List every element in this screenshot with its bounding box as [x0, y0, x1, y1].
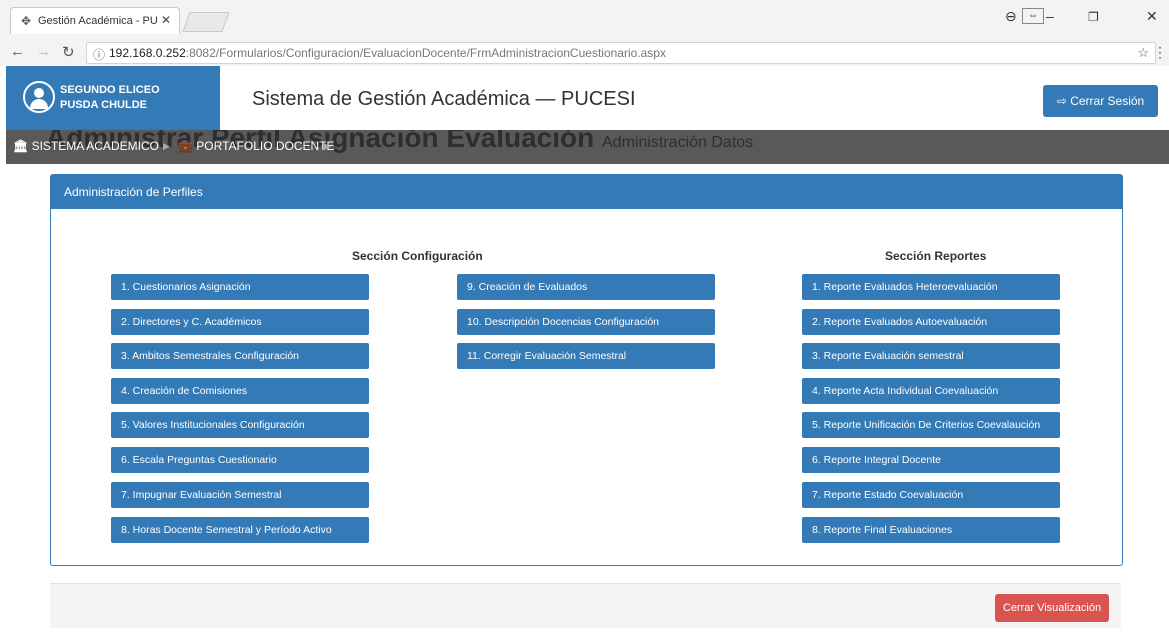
- config-button-4[interactable]: 4. Creación de Comisiones: [111, 378, 369, 404]
- breadcrumb-label-portafolio: PORTAFOLIO DOCENTE: [196, 139, 335, 153]
- breadcrumb-item-portafolio[interactable]: 💼 PORTAFOLIO DOCENTE: [178, 139, 335, 153]
- config-button-5[interactable]: 5. Valores Institucionales Configuración: [111, 412, 369, 438]
- config-button-11[interactable]: 11. Corregir Evaluación Semestral: [457, 343, 715, 369]
- config-button-1[interactable]: 1. Cuestionarios Asignación: [111, 274, 369, 300]
- close-tab-icon[interactable]: ✕: [161, 13, 171, 27]
- url-host: 192.168.0.252: [109, 46, 186, 60]
- app-title: Sistema de Gestión Académica — PUCESI: [252, 88, 636, 110]
- config-button-7[interactable]: 7. Impugnar Evaluación Semestral: [111, 482, 369, 508]
- close-view-button[interactable]: Cerrar Visualización: [995, 594, 1109, 622]
- chevron-right-icon: ▶: [324, 141, 331, 151]
- report-button-4[interactable]: 4. Reporte Acta Individual Coevaluación: [802, 378, 1060, 404]
- browser-tab[interactable]: ✥ Gestión Académica - PUC ✕: [10, 7, 180, 34]
- report-button-3[interactable]: 3. Reporte Evaluación semestral: [802, 343, 1060, 369]
- config-button-3[interactable]: 3. Ambitos Semestrales Configuración: [111, 343, 369, 369]
- report-button-2[interactable]: 2. Reporte Evaluados Autoevaluación: [802, 309, 1060, 335]
- institution-icon: 🏛: [13, 139, 29, 153]
- tab-title: Gestión Académica - PUC: [38, 15, 158, 27]
- url-input[interactable]: ⓘ 192.168.0.252:8082/Formularios/Configu…: [86, 42, 1156, 64]
- briefcase-icon: 💼: [178, 139, 193, 153]
- reports-section-title: Sección Reportes: [885, 249, 987, 263]
- config-button-10[interactable]: 10. Descripción Docencias Configuración: [457, 309, 715, 335]
- address-bar: ← → ↻ ⓘ 192.168.0.252:8082/Formularios/C…: [0, 40, 1169, 66]
- report-button-6[interactable]: 6. Reporte Integral Docente: [802, 447, 1060, 473]
- back-arrow-icon[interactable]: ←: [10, 43, 25, 60]
- swap-icon[interactable]: ⇔: [1022, 8, 1044, 24]
- report-button-1[interactable]: 1. Reporte Evaluados Heteroevaluación: [802, 274, 1060, 300]
- user-name-line1: SEGUNDO ELICEO: [60, 84, 160, 96]
- profiles-panel: Administración de Perfiles Sección Confi…: [50, 174, 1123, 566]
- breadcrumb-item-sistema[interactable]: 🏛 SISTEMA ACADEMICO: [13, 139, 159, 153]
- menu-dots-icon[interactable]: ⋮: [1153, 44, 1167, 61]
- config-section-title: Sección Configuración: [352, 249, 483, 263]
- report-button-7[interactable]: 7. Reporte Estado Coevaluación: [802, 482, 1060, 508]
- logout-button[interactable]: ⇨ Cerrar Sesión: [1043, 85, 1158, 117]
- profile-icon[interactable]: ⊖: [1005, 8, 1017, 25]
- logout-icon: ⇨: [1056, 94, 1067, 108]
- info-icon: ⓘ: [93, 48, 106, 62]
- panel-title: Administración de Perfiles: [51, 175, 1122, 209]
- forward-arrow-icon[interactable]: →: [36, 43, 51, 60]
- close-window-icon[interactable]: ✕: [1146, 8, 1158, 25]
- panel-footer: Cerrar Visualización: [50, 583, 1121, 628]
- browser-tab-bar: ✥ Gestión Académica - PUC ✕ ⊖ ⇔ – ❐ ✕: [0, 0, 1169, 40]
- restore-icon[interactable]: ❐: [1088, 10, 1099, 24]
- minimize-icon[interactable]: –: [1046, 8, 1054, 24]
- config-button-8[interactable]: 8. Horas Docente Semestral y Período Act…: [111, 517, 369, 543]
- page-heading-subtitle: Administración Datos: [602, 134, 754, 151]
- breadcrumb: Administrar Perfil Asignación Evaluación…: [6, 130, 1169, 164]
- user-name: SEGUNDO ELICEO PUSDA CHULDE: [60, 83, 160, 113]
- new-tab-button[interactable]: [182, 12, 230, 32]
- report-button-5[interactable]: 5. Reporte Unificación De Criterios Coev…: [802, 412, 1060, 438]
- breadcrumb-label-sistema: SISTEMA ACADEMICO: [31, 139, 159, 153]
- chevron-right-icon: ▶: [163, 141, 170, 151]
- user-avatar-icon: [23, 81, 55, 113]
- reload-icon[interactable]: ↻: [62, 43, 75, 61]
- globe-icon: ✥: [21, 14, 32, 28]
- report-button-8[interactable]: 8. Reporte Final Evaluaciones: [802, 517, 1060, 543]
- config-button-6[interactable]: 6. Escala Preguntas Cuestionario: [111, 447, 369, 473]
- user-name-line2: PUSDA CHULDE: [60, 99, 147, 111]
- user-panel: SEGUNDO ELICEO PUSDA CHULDE: [6, 66, 220, 130]
- config-button-2[interactable]: 2. Directores y C. Académicos: [111, 309, 369, 335]
- url-path: :8082/Formularios/Configuracion/Evaluaci…: [185, 46, 666, 60]
- config-button-9[interactable]: 9. Creación de Evaluados: [457, 274, 715, 300]
- logout-label: Cerrar Sesión: [1070, 94, 1145, 108]
- bookmark-star-icon[interactable]: ☆: [1137, 45, 1149, 61]
